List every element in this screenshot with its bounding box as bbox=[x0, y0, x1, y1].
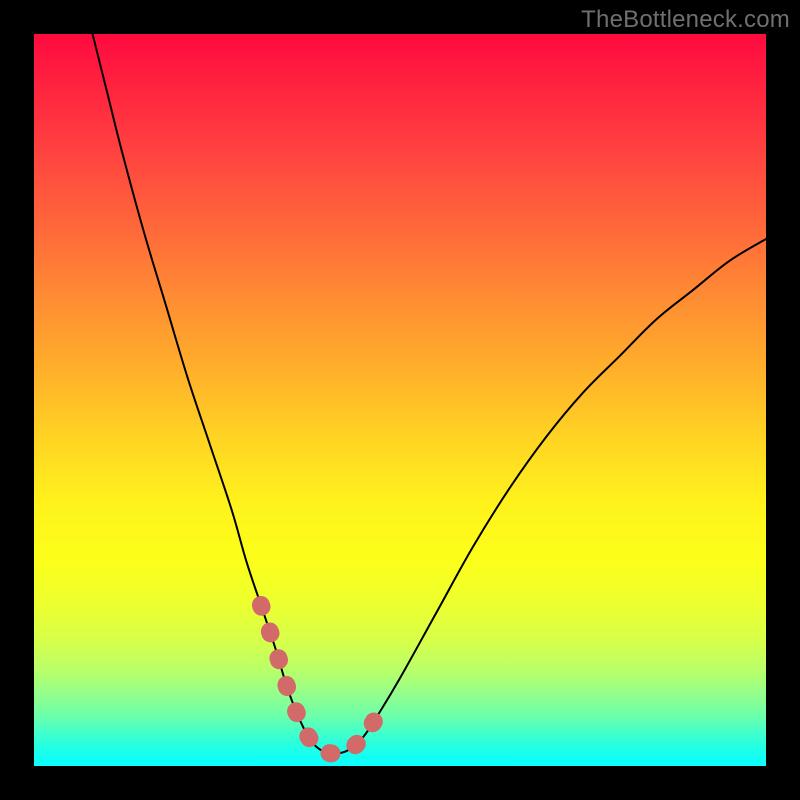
chart-frame: TheBottleneck.com bbox=[0, 0, 800, 800]
plot-area bbox=[34, 34, 766, 766]
highlight-segment bbox=[261, 605, 378, 754]
watermark-text: TheBottleneck.com bbox=[581, 6, 790, 34]
curve-layer bbox=[34, 34, 766, 766]
main-curve bbox=[93, 34, 766, 754]
